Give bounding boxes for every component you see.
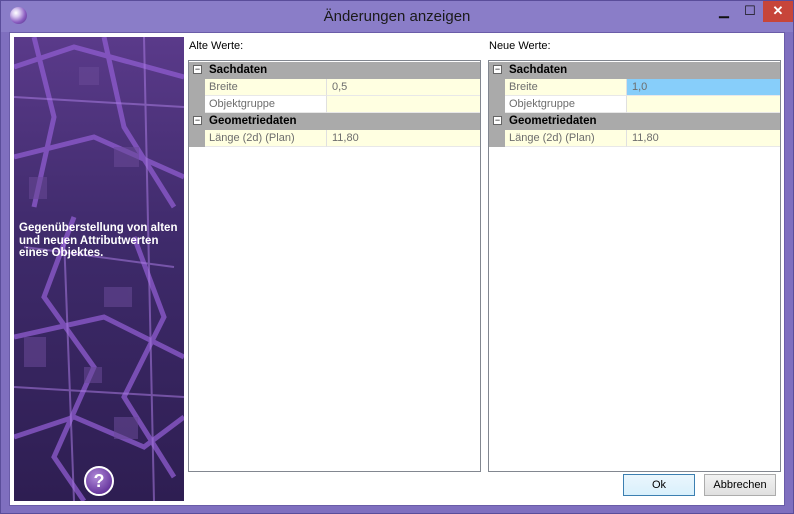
new-values-grid[interactable]: − Sachdaten Breite 1,0 Objektgruppe − Ge…	[488, 60, 781, 472]
property-name: Länge (2d) (Plan)	[505, 130, 627, 147]
row-gutter	[189, 96, 205, 113]
old-values-label: Alte Werte:	[189, 40, 244, 52]
row-gutter	[489, 79, 505, 96]
property-value[interactable]: 0,5	[327, 79, 480, 96]
property-name: Objektgruppe	[505, 96, 627, 113]
close-button[interactable]: ✕	[763, 1, 793, 22]
help-icon[interactable]: ?	[84, 466, 114, 496]
collapse-icon[interactable]: −	[493, 116, 502, 125]
property-value[interactable]	[627, 96, 780, 113]
category-label: Sachdaten	[509, 64, 568, 76]
new-values-label: Neue Werte:	[489, 40, 551, 52]
dialog-content: Gegenüberstellung von alten und neuen At…	[9, 32, 785, 506]
window-title: Änderungen anzeigen	[323, 8, 471, 25]
property-row[interactable]: Breite 1,0	[489, 79, 780, 96]
category-label: Sachdaten	[209, 64, 268, 76]
property-name: Breite	[505, 79, 627, 96]
side-description: Gegenüberstellung von alten und neuen At…	[19, 222, 178, 259]
row-gutter	[189, 130, 205, 147]
cancel-button[interactable]: Abbrechen	[704, 474, 776, 496]
category-row[interactable]: − Geometriedaten	[189, 113, 480, 130]
property-row[interactable]: Länge (2d) (Plan) 11,80	[189, 130, 480, 147]
property-row[interactable]: Objektgruppe	[189, 96, 480, 113]
property-value[interactable]: 11,80	[327, 130, 480, 147]
property-row[interactable]: Objektgruppe	[489, 96, 780, 113]
dialog-window: Änderungen anzeigen ▁ ☐ ✕ Gegenüberstell…	[0, 0, 794, 514]
property-value[interactable]: 11,80	[627, 130, 780, 147]
category-row[interactable]: − Geometriedaten	[489, 113, 780, 130]
property-value[interactable]	[327, 96, 480, 113]
category-row[interactable]: − Sachdaten	[189, 62, 480, 79]
category-row[interactable]: − Sachdaten	[489, 62, 780, 79]
old-values-grid[interactable]: − Sachdaten Breite 0,5 Objektgruppe − Ge…	[188, 60, 481, 472]
row-gutter	[489, 130, 505, 147]
property-name: Breite	[205, 79, 327, 96]
collapse-icon[interactable]: −	[193, 65, 202, 74]
row-gutter	[189, 79, 205, 96]
collapse-icon[interactable]: −	[193, 116, 202, 125]
ok-button[interactable]: Ok	[623, 474, 695, 496]
property-row[interactable]: Länge (2d) (Plan) 11,80	[489, 130, 780, 147]
property-name: Objektgruppe	[205, 96, 327, 113]
row-gutter	[489, 96, 505, 113]
changed-property-value[interactable]: 1,0	[627, 79, 780, 96]
category-label: Geometriedaten	[209, 115, 297, 127]
maximize-button[interactable]: ☐	[737, 1, 763, 22]
property-name: Länge (2d) (Plan)	[205, 130, 327, 147]
category-label: Geometriedaten	[509, 115, 597, 127]
side-banner: Gegenüberstellung von alten und neuen At…	[14, 37, 184, 501]
title-bar[interactable]: Änderungen anzeigen ▁ ☐ ✕	[1, 1, 793, 32]
street-map-background	[14, 37, 184, 501]
collapse-icon[interactable]: −	[493, 65, 502, 74]
property-row[interactable]: Breite 0,5	[189, 79, 480, 96]
minimize-button[interactable]: ▁	[711, 1, 737, 22]
